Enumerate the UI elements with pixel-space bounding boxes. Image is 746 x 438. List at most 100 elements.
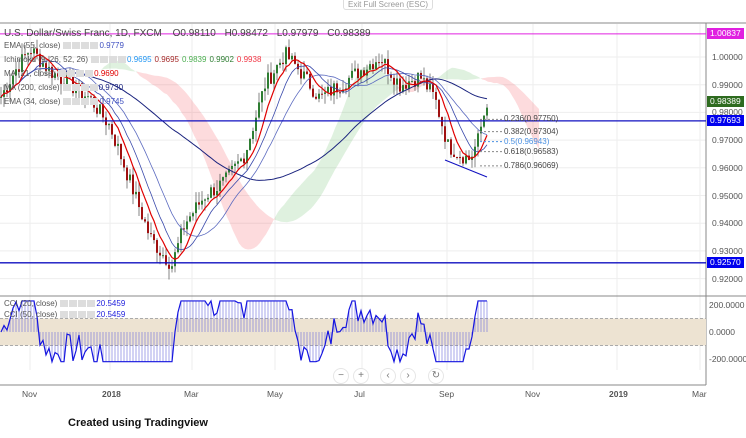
candle-up xyxy=(237,161,239,164)
add-icon[interactable] xyxy=(81,42,90,50)
ichimoku-cloud-segment xyxy=(182,88,185,118)
candle-down xyxy=(96,107,98,114)
time-axis-label: May xyxy=(267,389,284,399)
ichimoku-cloud-segment xyxy=(344,98,347,155)
scroll-left-button[interactable]: ‹ xyxy=(380,368,396,384)
candle-up xyxy=(222,177,224,181)
chart-canvas[interactable] xyxy=(0,0,746,438)
ichimoku-cloud-segment xyxy=(209,124,212,179)
add-icon[interactable] xyxy=(81,98,90,106)
candle-down xyxy=(393,77,395,85)
add-icon[interactable] xyxy=(109,56,118,64)
add-icon[interactable] xyxy=(76,70,85,78)
candle-down xyxy=(444,126,446,142)
close-icon[interactable] xyxy=(90,98,99,106)
ichimoku-cloud-segment xyxy=(242,184,245,249)
settings-icon[interactable] xyxy=(67,70,76,78)
price-tag-last: 0.98389 xyxy=(707,95,744,107)
settings-icon[interactable] xyxy=(72,98,81,106)
cci-legend[interactable]: CCI (20, close) 20.5459 xyxy=(4,299,128,309)
indicator-value: 0.9695 xyxy=(154,55,179,64)
candle-down xyxy=(123,159,125,168)
ichimoku-cloud-segment xyxy=(170,79,173,102)
ichimoku-cloud-segment xyxy=(179,85,182,114)
ichimoku-cloud-segment xyxy=(488,77,491,83)
eye-icon[interactable] xyxy=(91,56,100,64)
candle-down xyxy=(156,240,158,253)
exit-fullscreen-button[interactable]: Exit Full Screen (ESC) xyxy=(343,0,434,10)
eye-icon[interactable] xyxy=(63,42,72,50)
cci-legend[interactable]: CCI (50, close) 20.5459 xyxy=(4,310,128,320)
candle-down xyxy=(114,134,116,146)
close-icon[interactable] xyxy=(89,84,98,92)
eye-icon[interactable] xyxy=(62,84,71,92)
add-icon[interactable] xyxy=(80,84,89,92)
fib-level-label: 0.786(0.96069) xyxy=(504,160,559,170)
add-icon[interactable] xyxy=(78,300,87,308)
candle-up xyxy=(240,158,242,162)
candle-up xyxy=(333,83,335,96)
zoom-in-button[interactable]: + xyxy=(353,368,369,384)
ichimoku-cloud-segment xyxy=(284,200,287,223)
candle-up xyxy=(207,197,209,200)
ichimoku-cloud-segment xyxy=(137,71,140,77)
ichimoku-cloud-segment xyxy=(293,189,296,222)
close-icon[interactable] xyxy=(85,70,94,78)
price-axis-label: 0.93000 xyxy=(712,245,743,256)
ichimoku-cloud-segment xyxy=(449,67,452,80)
indicator-legend[interactable]: EMA (34, close) 0.9745 xyxy=(4,97,127,107)
price-axis-label: 0.97000 xyxy=(712,135,743,146)
settings-icon[interactable] xyxy=(69,311,78,319)
candle-up xyxy=(264,88,266,92)
scroll-right-button[interactable]: › xyxy=(400,368,416,384)
ichimoku-cloud-segment xyxy=(374,65,377,110)
ichimoku-cloud-segment xyxy=(128,65,131,72)
indicator-name: CCI (50, close) xyxy=(4,310,58,319)
indicator-name: EMA (55, close) xyxy=(4,41,61,50)
candle-down xyxy=(30,53,32,55)
eye-icon[interactable] xyxy=(60,311,69,319)
indicator-value: 0.9690 xyxy=(94,69,119,78)
ichimoku-cloud-segment xyxy=(329,136,332,181)
candle-up xyxy=(117,143,119,146)
candle-down xyxy=(378,62,380,64)
candle-down xyxy=(339,92,341,94)
close-icon[interactable] xyxy=(118,56,127,64)
indicator-legend[interactable]: EMA (55, close) 0.9779 xyxy=(4,41,127,51)
indicator-legend[interactable]: Ichimoku (9, 26, 52, 26) 0.9695 0.9695 0.98… xyxy=(4,55,264,65)
close-icon[interactable] xyxy=(87,311,96,319)
candle-down xyxy=(288,47,290,60)
close-icon[interactable] xyxy=(90,42,99,50)
ichimoku-cloud-segment xyxy=(173,81,176,105)
candle-up xyxy=(327,86,329,93)
symbol-header: U.S. Dollar/Swiss Franc, 1D, FXCM O0.981… xyxy=(4,28,371,39)
indicator-value: 0.9938 xyxy=(236,55,262,64)
zoom-out-button[interactable]: − xyxy=(333,368,349,384)
ohlc-open: O0.98110 xyxy=(172,28,216,39)
candle-up xyxy=(477,133,479,147)
ichimoku-cloud-segment xyxy=(302,180,305,217)
indicator-legend[interactable]: MA (21, close) 0.9690 xyxy=(4,69,122,79)
candle-down xyxy=(387,59,389,75)
settings-icon[interactable] xyxy=(72,42,81,50)
eye-icon[interactable] xyxy=(58,70,67,78)
ichimoku-cloud-segment xyxy=(485,77,488,82)
indicator-legend[interactable]: MA (200, close) 0.9730 xyxy=(4,83,126,93)
settings-icon[interactable] xyxy=(71,84,80,92)
eye-icon[interactable] xyxy=(63,98,72,106)
add-icon[interactable] xyxy=(78,311,87,319)
indicator-name: MA (21, close) xyxy=(4,69,56,78)
candle-down xyxy=(168,264,170,269)
settings-icon[interactable] xyxy=(69,300,78,308)
reset-chart-button[interactable]: ↻ xyxy=(428,368,444,384)
candle-up xyxy=(162,255,164,257)
ichimoku-cloud-segment xyxy=(167,77,170,98)
ichimoku-cloud-segment xyxy=(509,80,512,96)
candle-up xyxy=(201,200,203,205)
eye-icon[interactable] xyxy=(60,300,69,308)
indicator-value: 0.9745 xyxy=(99,97,124,106)
settings-icon[interactable] xyxy=(100,56,109,64)
close-icon[interactable] xyxy=(87,300,96,308)
indicator-name: CCI (20, close) xyxy=(4,299,58,308)
candle-down xyxy=(243,158,245,164)
